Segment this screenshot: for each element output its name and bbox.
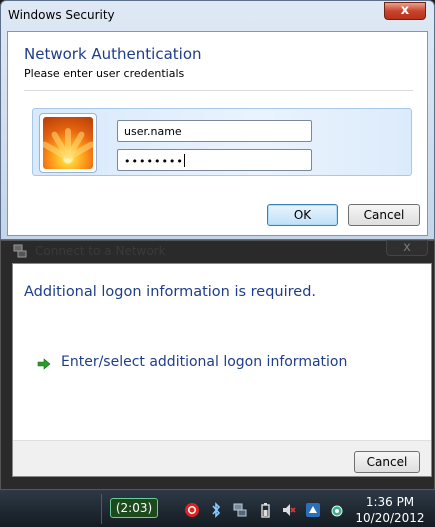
divider bbox=[24, 90, 413, 91]
window-title: Connect to a Network bbox=[35, 244, 166, 258]
battery-icon[interactable] bbox=[257, 502, 273, 518]
username-value: user.name bbox=[124, 125, 182, 138]
username-field[interactable]: user.name bbox=[117, 120, 312, 142]
password-field[interactable]: •••••••• bbox=[117, 149, 312, 171]
window-title: Windows Security bbox=[8, 8, 115, 22]
clock-date: 10/20/2012 bbox=[355, 511, 425, 525]
additional-logon-link[interactable]: Enter/select additional logon informatio… bbox=[61, 354, 347, 370]
dialog-content: Additional logon information is required… bbox=[12, 263, 432, 477]
tray-divider bbox=[101, 494, 102, 524]
battery-time-indicator[interactable]: (2:03) bbox=[110, 498, 158, 518]
connect-to-network-dialog: Connect to a Network x Additional logon … bbox=[0, 240, 435, 490]
close-icon: x bbox=[400, 3, 410, 18]
bluetooth-icon[interactable] bbox=[208, 502, 224, 518]
password-mask: •••••••• bbox=[124, 155, 184, 168]
cancel-button[interactable]: Cancel bbox=[354, 451, 420, 473]
taskbar: (2:03) 1:36 PM 10/20/2012 bbox=[0, 489, 435, 527]
green-arrow-icon bbox=[37, 358, 51, 370]
red-circle-app-icon[interactable] bbox=[184, 502, 200, 518]
close-button[interactable]: x bbox=[384, 2, 426, 20]
title-bar[interactable]: Connect to a Network x bbox=[1, 240, 435, 263]
close-button[interactable]: x bbox=[386, 240, 428, 256]
title-bar[interactable]: Windows Security x bbox=[1, 1, 434, 31]
app-icon[interactable] bbox=[305, 502, 321, 518]
ok-button[interactable]: OK bbox=[267, 204, 338, 226]
flower-user-picture-icon bbox=[43, 117, 93, 169]
dialog-content: Network Authentication Please enter user… bbox=[7, 31, 428, 236]
text-caret bbox=[183, 154, 185, 167]
dialog-subheading: Please enter user credentials bbox=[24, 67, 185, 80]
network-status-icon[interactable] bbox=[329, 502, 345, 518]
dialog-heading: Additional logon information is required… bbox=[24, 284, 317, 300]
system-clock[interactable]: 1:36 PM 10/20/2012 bbox=[350, 494, 430, 526]
credential-tile[interactable]: user.name •••••••• bbox=[32, 108, 412, 176]
cancel-button[interactable]: Cancel bbox=[348, 204, 420, 226]
user-avatar bbox=[39, 113, 97, 173]
dialog-heading: Network Authentication bbox=[24, 45, 202, 63]
network-wired-icon[interactable] bbox=[232, 502, 248, 518]
speaker-muted-icon[interactable] bbox=[281, 502, 297, 518]
windows-security-dialog: Windows Security x Network Authenticatio… bbox=[0, 0, 435, 240]
close-icon: x bbox=[403, 240, 411, 255]
dialog-footer: Cancel bbox=[13, 440, 431, 476]
clock-time: 1:36 PM bbox=[365, 495, 415, 509]
network-icon bbox=[13, 244, 27, 258]
